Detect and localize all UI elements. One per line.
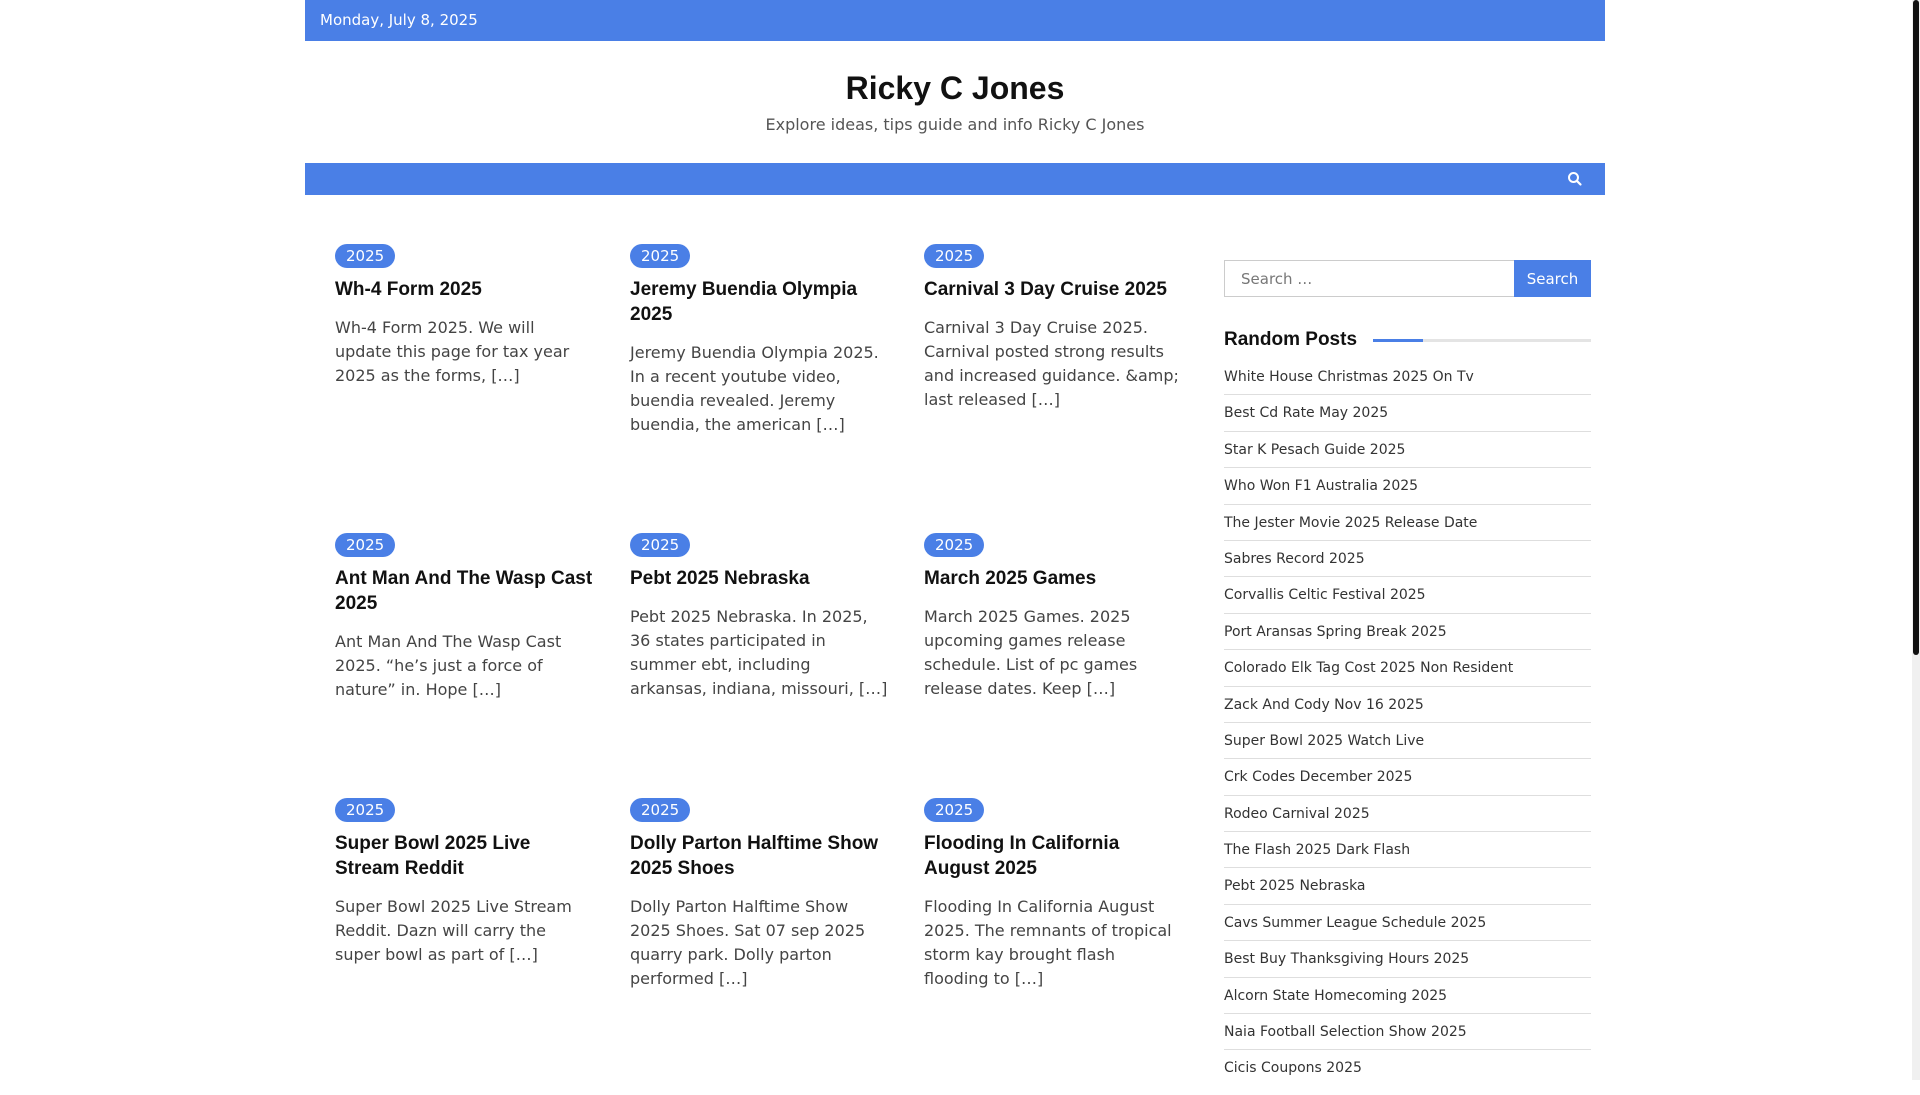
random-post-link[interactable]: The Jester Movie 2025 Release Date bbox=[1224, 505, 1591, 541]
category-badge[interactable]: 2025 bbox=[335, 244, 396, 268]
post-title[interactable]: Super Bowl 2025 Live Stream Reddit bbox=[335, 831, 595, 881]
post-excerpt: Carnival 3 Day Cruise 2025. Carnival pos… bbox=[924, 318, 1179, 409]
content-area: 2025 Wh-4 Form 2025 Wh-4 Form 2025. We w… bbox=[305, 195, 1605, 1095]
sidebar: Search Random Posts White House Christma… bbox=[1224, 260, 1591, 1087]
post-title[interactable]: Jeremy Buendia Olympia 2025 bbox=[630, 277, 890, 327]
post-card: 2025 Flooding In California August 2025 … bbox=[924, 798, 1184, 991]
post-excerpt: Pebt 2025 Nebraska. In 2025, 36 states p… bbox=[630, 607, 888, 698]
category-badge[interactable]: 2025 bbox=[630, 244, 691, 268]
widget-title-divider bbox=[1373, 338, 1591, 342]
random-post-link[interactable]: Who Won F1 Australia 2025 bbox=[1224, 468, 1591, 505]
post-title[interactable]: March 2025 Games bbox=[924, 566, 1184, 591]
main-navigation bbox=[305, 163, 1605, 195]
post-card: 2025 Jeremy Buendia Olympia 2025 Jeremy … bbox=[630, 244, 890, 437]
post-card: 2025 Wh-4 Form 2025 Wh-4 Form 2025. We w… bbox=[335, 244, 595, 388]
random-post-link[interactable]: Naia Football Selection Show 2025 bbox=[1224, 1014, 1591, 1051]
page: Monday, July 8, 2025 Ricky C Jones Explo… bbox=[305, 0, 1605, 1095]
site-description: Explore ideas, tips guide and info Ricky… bbox=[765, 115, 1145, 134]
random-post-link[interactable]: Sabres Record 2025 bbox=[1224, 541, 1591, 578]
top-bar: Monday, July 8, 2025 bbox=[305, 0, 1605, 41]
random-post-link[interactable]: Port Aransas Spring Break 2025 bbox=[1224, 614, 1591, 651]
random-post-link[interactable]: Zack And Cody Nov 16 2025 bbox=[1224, 687, 1591, 723]
post-excerpt: Dolly Parton Halftime Show 2025 Shoes. S… bbox=[630, 897, 866, 988]
category-badge[interactable]: 2025 bbox=[630, 798, 691, 822]
random-post-link[interactable]: Colorado Elk Tag Cost 2025 Non Resident bbox=[1224, 650, 1591, 687]
post-card: 2025 Ant Man And The Wasp Cast 2025 Ant … bbox=[335, 533, 595, 702]
post-excerpt: Ant Man And The Wasp Cast 2025. “he’s ju… bbox=[335, 632, 562, 699]
search-icon[interactable] bbox=[1565, 169, 1585, 189]
random-posts-header: Random Posts bbox=[1224, 329, 1591, 351]
random-post-link[interactable]: Cicis Coupons 2025 bbox=[1224, 1050, 1591, 1086]
random-post-link[interactable]: Corvallis Celtic Festival 2025 bbox=[1224, 577, 1591, 614]
post-excerpt: March 2025 Games. 2025 upcoming games re… bbox=[924, 607, 1138, 698]
random-posts-title: Random Posts bbox=[1224, 329, 1358, 350]
scrollbar-thumb[interactable] bbox=[1913, 0, 1919, 655]
search-input[interactable] bbox=[1224, 260, 1514, 297]
sidebar-search-form: Search bbox=[1224, 260, 1591, 297]
random-posts-list: White House Christmas 2025 On Tv Best Cd… bbox=[1224, 359, 1591, 1087]
random-post-link[interactable]: Best Buy Thanksgiving Hours 2025 bbox=[1224, 941, 1591, 978]
random-post-link[interactable]: Crk Codes December 2025 bbox=[1224, 759, 1591, 796]
category-badge[interactable]: 2025 bbox=[924, 533, 985, 557]
random-post-link[interactable]: Cavs Summer League Schedule 2025 bbox=[1224, 905, 1591, 942]
post-card: 2025 Super Bowl 2025 Live Stream Reddit … bbox=[335, 798, 595, 967]
post-card: 2025 Pebt 2025 Nebraska Pebt 2025 Nebras… bbox=[630, 533, 890, 701]
post-title[interactable]: Flooding In California August 2025 bbox=[924, 831, 1184, 881]
current-date: Monday, July 8, 2025 bbox=[320, 11, 478, 29]
random-post-link[interactable]: Best Cd Rate May 2025 bbox=[1224, 395, 1591, 432]
site-title[interactable]: Ricky C Jones bbox=[305, 68, 1605, 108]
category-badge[interactable]: 2025 bbox=[630, 533, 691, 557]
post-card: 2025 March 2025 Games March 2025 Games. … bbox=[924, 533, 1184, 701]
random-post-link[interactable]: White House Christmas 2025 On Tv bbox=[1224, 359, 1591, 396]
post-card: 2025 Carnival 3 Day Cruise 2025 Carnival… bbox=[924, 244, 1184, 412]
category-badge[interactable]: 2025 bbox=[335, 533, 396, 557]
random-post-link[interactable]: Alcorn State Homecoming 2025 bbox=[1224, 978, 1591, 1015]
post-title[interactable]: Pebt 2025 Nebraska bbox=[630, 566, 890, 591]
random-post-link[interactable]: The Flash 2025 Dark Flash bbox=[1224, 832, 1591, 869]
post-excerpt: Flooding In California August 2025. The … bbox=[924, 897, 1172, 988]
random-post-link[interactable]: Pebt 2025 Nebraska bbox=[1224, 868, 1591, 905]
post-title[interactable]: Wh-4 Form 2025 bbox=[335, 277, 595, 302]
post-excerpt: Jeremy Buendia Olympia 2025. In a recent… bbox=[630, 343, 879, 434]
random-post-link[interactable]: Rodeo Carnival 2025 bbox=[1224, 796, 1591, 833]
site-header: Ricky C Jones Explore ideas, tips guide … bbox=[305, 41, 1605, 163]
page-scrollbar[interactable] bbox=[1912, 0, 1920, 1080]
category-badge[interactable]: 2025 bbox=[924, 798, 985, 822]
category-badge[interactable]: 2025 bbox=[335, 798, 396, 822]
post-title[interactable]: Carnival 3 Day Cruise 2025 bbox=[924, 277, 1184, 302]
random-post-link[interactable]: Super Bowl 2025 Watch Live bbox=[1224, 723, 1591, 760]
post-title[interactable]: Dolly Parton Halftime Show 2025 Shoes bbox=[630, 831, 890, 881]
post-card: 2025 Dolly Parton Halftime Show 2025 Sho… bbox=[630, 798, 890, 991]
category-badge[interactable]: 2025 bbox=[924, 244, 985, 268]
search-button[interactable]: Search bbox=[1514, 260, 1591, 297]
post-title[interactable]: Ant Man And The Wasp Cast 2025 bbox=[335, 566, 595, 616]
random-post-link[interactable]: Star K Pesach Guide 2025 bbox=[1224, 432, 1591, 469]
post-excerpt: Super Bowl 2025 Live Stream Reddit. Dazn… bbox=[335, 897, 572, 964]
post-excerpt: Wh-4 Form 2025. We will update this page… bbox=[335, 318, 570, 385]
